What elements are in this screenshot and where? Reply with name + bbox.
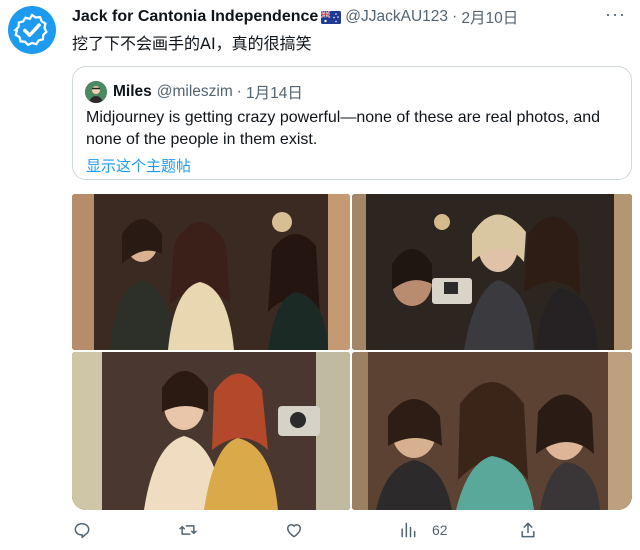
photo-4[interactable] [352,352,632,510]
retweet-icon [179,525,197,535]
photo-1[interactable] [72,194,350,350]
quoted-avatar[interactable] [85,81,107,103]
photo-3[interactable] [72,352,350,510]
views-count: 62 [432,522,448,538]
like-button[interactable] [284,520,304,540]
quoted-separator-dot: · [236,83,242,100]
quoted-tweet[interactable]: Miles @mileszim · 1月14日 Midjourney is ge… [72,66,632,180]
australia-flag-icon [321,10,342,24]
photo-1-image [72,194,350,350]
reply-icon [74,523,90,539]
author-name[interactable]: Jack for Cantonia Independence [72,8,318,26]
share-button[interactable] [518,520,538,540]
photo-2[interactable] [352,194,632,350]
photo-2-image [352,194,632,350]
retweet-button[interactable] [178,520,198,540]
quoted-header: Miles @mileszim · 1月14日 [85,81,303,103]
more-options-button[interactable]: ··· [605,4,626,25]
photo-3-image [72,352,350,510]
separator-dot: · [452,8,458,25]
views-button[interactable]: 62 [398,520,448,540]
views-icon [401,522,416,538]
person-avatar-icon [85,81,107,103]
quoted-text: Midjourney is getting crazy powerful—non… [86,109,601,148]
tweet-text: 挖了下不会画手的AI，真的很搞笑 [72,34,312,53]
quoted-date: 1月14日 [245,85,303,102]
avatar[interactable] [8,6,56,54]
share-icon [521,522,535,538]
quoted-author-handle: @mileszim [156,83,233,100]
tweet-header: Jack for Cantonia Independence @JJackAU1… [72,6,518,28]
quoted-author-name: Miles [113,83,152,100]
show-thread-link[interactable]: 显示这个主题帖 [86,155,191,176]
photo-4-image [352,352,632,510]
media-grid [72,194,632,510]
tweet-date[interactable]: 2月10日 [461,6,518,28]
action-bar: 62 [72,520,632,546]
author-handle[interactable]: @JJackAU123 [345,8,448,26]
verified-badge-icon [13,13,48,47]
reply-button[interactable] [72,520,92,540]
heart-icon [287,524,301,538]
